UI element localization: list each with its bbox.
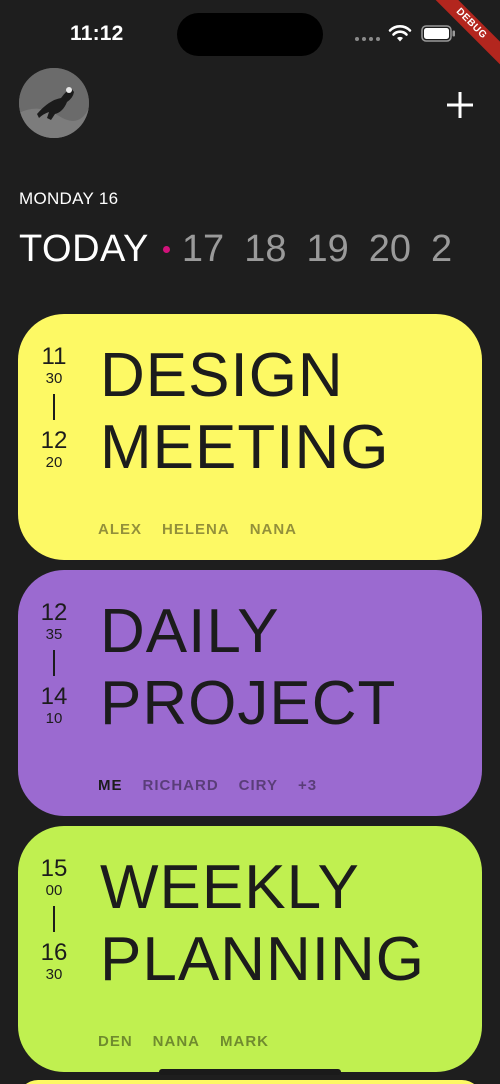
event-title-line-1: WEEKLY: [100, 853, 360, 922]
event-time-range: 12 35 14 10: [36, 600, 72, 728]
day-selector: TODAY 17 18 19 20 2: [19, 224, 500, 274]
attendee: NANA: [249, 521, 298, 538]
status-time: 11:12: [70, 22, 124, 45]
event-title: WEEKLY PLANNING: [100, 852, 425, 996]
wifi-icon: [388, 25, 412, 42]
attendee: ALEX: [98, 521, 143, 538]
attendee: HELENA: [162, 521, 230, 538]
event-title-line-1: DESIGN: [100, 341, 344, 410]
event-card-weekly-planning[interactable]: 15 00 16 30 WEEKLY PLANNING DEN NANA MAR…: [18, 826, 482, 1072]
attendee: MARK: [220, 1033, 270, 1050]
start-hour: 12: [40, 599, 68, 626]
day-17[interactable]: 17: [182, 228, 224, 271]
plus-icon: [447, 92, 473, 118]
event-card-partial[interactable]: [18, 1080, 482, 1084]
event-title-line-2: PROJECT: [100, 669, 397, 738]
cellular-signal-icon: [355, 37, 380, 41]
event-title: DESIGN MEETING: [100, 340, 389, 484]
event-time-range: 11 30 12 20: [36, 344, 72, 472]
start-minute: 00: [45, 882, 63, 899]
end-minute: 20: [45, 454, 63, 471]
attendee: NANA: [152, 1033, 201, 1050]
day-19[interactable]: 19: [306, 228, 348, 271]
time-divider: [53, 906, 55, 932]
time-divider: [53, 394, 55, 420]
day-18[interactable]: 18: [244, 228, 286, 271]
start-hour: 11: [41, 343, 67, 370]
start-minute: 30: [45, 370, 63, 387]
avatar-photo: [19, 68, 89, 138]
attendee-overflow-count: +3: [297, 777, 318, 794]
event-title-line-2: PLANNING: [100, 925, 425, 994]
event-title-line-1: DAILY: [100, 597, 280, 666]
time-divider: [53, 650, 55, 676]
home-indicator[interactable]: [159, 1069, 341, 1075]
dynamic-island: [177, 13, 323, 56]
attendee-list: DEN NANA MARK: [98, 1033, 269, 1050]
end-hour: 16: [40, 939, 68, 966]
day-21-partial[interactable]: 2: [431, 228, 452, 271]
event-title: DAILY PROJECT: [100, 596, 396, 740]
debug-banner: DEBUG: [420, 0, 500, 80]
current-date-label: MONDAY 16: [19, 189, 119, 208]
end-hour: 14: [40, 683, 68, 710]
event-card-daily-project[interactable]: 12 35 14 10 DAILY PROJECT ME RICHARD CIR…: [18, 570, 482, 816]
attendee-list: ALEX HELENA NANA: [98, 521, 297, 538]
event-title-line-2: MEETING: [100, 413, 390, 482]
event-time-range: 15 00 16 30: [36, 856, 72, 984]
attendee: DEN: [98, 1033, 133, 1050]
user-avatar[interactable]: [19, 68, 89, 138]
end-minute: 10: [45, 710, 63, 727]
event-card-design-meeting[interactable]: 11 30 12 20 DESIGN MEETING ALEX HELENA N…: [18, 314, 482, 560]
attendee-me: ME: [98, 777, 123, 794]
day-today[interactable]: TODAY: [19, 228, 149, 271]
status-bar: 11:12 DEBUG: [0, 0, 500, 69]
day-20[interactable]: 20: [369, 228, 411, 271]
end-minute: 30: [45, 966, 63, 983]
end-hour: 12: [40, 427, 68, 454]
attendee: RICHARD: [142, 777, 219, 794]
debug-label: DEBUG: [426, 0, 500, 69]
start-minute: 35: [45, 626, 63, 643]
attendee-list: ME RICHARD CIRY +3: [98, 777, 317, 794]
add-event-button[interactable]: [441, 86, 479, 124]
today-indicator-dot: [162, 245, 170, 253]
start-hour: 15: [40, 855, 68, 882]
attendee: CIRY: [238, 777, 278, 794]
